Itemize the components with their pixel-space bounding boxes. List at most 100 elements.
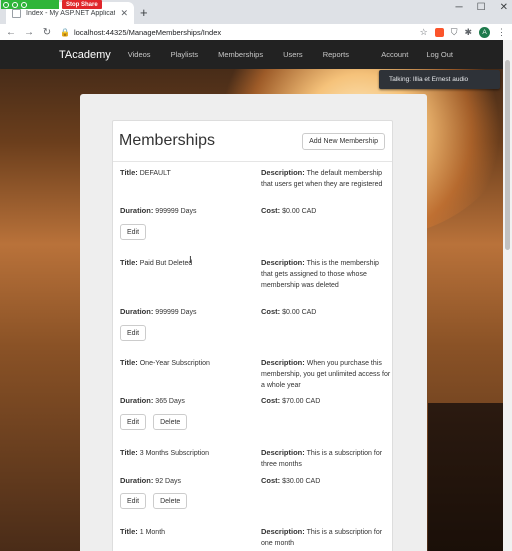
nav-playlists[interactable]: Playlists [171,50,199,59]
title-label: Title: [120,168,138,177]
settings-icon[interactable] [21,1,27,8]
address-bar[interactable]: 🔒 localhost:44325/ManageMemberships/Inde… [60,25,412,39]
nav-users[interactable]: Users [283,50,303,59]
edit-button[interactable]: Edit [120,325,147,341]
record-icon [3,1,9,8]
title-label: Title: [120,258,138,267]
membership-duration: Duration: 999999 Days [120,306,254,318]
cost-value: $70.00 CAD [282,398,321,405]
duration-label: Duration: [120,396,154,405]
puzzle-icon[interactable]: ✱ [464,27,472,38]
shield-icon[interactable]: ⛉ [451,27,458,38]
talking-notification: Talking: Illia et Ernest audio [379,70,500,89]
membership-description: Description: This is a subscription for … [261,447,391,470]
share-indicator [1,0,59,9]
lock-icon[interactable]: 🔒 [60,28,70,37]
cost-label: Cost: [261,307,281,316]
title-label: Title: [120,448,138,457]
new-tab-icon[interactable]: + [140,5,148,20]
star-icon[interactable]: ☆ [420,27,428,38]
cost-label: Cost: [261,476,281,485]
pause-icon[interactable] [12,1,18,8]
site-brand[interactable]: TAcademy [59,49,111,61]
title-value: One-Year Subscription [139,360,210,367]
add-membership-button[interactable]: Add New Membership [302,132,385,150]
duration-label: Duration: [120,307,154,316]
scrollbar-thumb[interactable] [505,60,510,250]
panel-heading: Memberships Add New Membership [113,121,392,162]
stop-share-button[interactable]: Stop Share [62,0,102,9]
site-navbar: TAcademy Videos Playlists Memberships Us… [0,40,503,69]
tab-title: Index - My ASP.NET Application [26,9,116,17]
title-value: Paid But Deleted [139,260,193,267]
reload-icon[interactable]: ↻ [42,27,52,38]
edit-button[interactable]: Edit [120,414,147,430]
description-label: Description: [261,527,305,536]
close-icon[interactable]: ✕ [120,8,128,19]
cost-label: Cost: [261,396,281,405]
edit-button[interactable]: Edit [120,493,147,509]
nav-account[interactable]: Account [381,50,408,59]
page-title: Memberships [119,132,216,149]
browser-toolbar: ← → ↻ 🔒 localhost:44325/ManageMembership… [0,24,512,40]
duration-value: 365 Days [155,398,185,405]
membership-description: Description: When you purchase this memb… [261,357,391,391]
cost-value: $30.00 CAD [282,478,321,485]
nav-videos[interactable]: Videos [128,50,151,59]
nav-right: Account Log Out [381,40,453,69]
membership-title: Title: 1 Month [120,526,254,538]
menu-icon[interactable]: ⋮ [497,27,506,38]
page-icon [12,8,21,18]
description-label: Description: [261,258,305,267]
membership-title: Title: Paid But Deleted [120,257,254,269]
description-label: Description: [261,358,305,367]
cost-label: Cost: [261,206,281,215]
cost-value: $0.00 CAD [282,309,317,316]
nav-reports[interactable]: Reports [323,50,349,59]
maximize-icon[interactable]: ☐ [477,2,486,13]
membership-title: Title: 3 Months Subscription [120,447,254,459]
delete-button[interactable]: Delete [153,414,188,430]
membership-title: Title: One-Year Subscription [120,357,254,369]
brave-extension-icon[interactable] [434,27,444,37]
duration-label: Duration: [120,476,154,485]
memberships-panel: Memberships Add New Membership Title: DE… [112,120,393,551]
duration-value: 999999 Days [155,309,197,316]
url-text[interactable]: localhost:44325/ManageMemberships/Index [74,28,221,37]
membership-duration: Duration: 999999 Days [120,205,254,217]
membership-cost: Cost: $0.00 CAD [261,306,391,318]
edit-button[interactable]: Edit [120,224,147,240]
screen-share-bar: Stop Share [0,0,102,9]
title-label: Title: [120,527,138,536]
page-scrollbar[interactable] [503,40,512,551]
duration-label: Duration: [120,206,154,215]
title-value: 1 Month [139,529,166,536]
description-label: Description: [261,448,305,457]
minimize-icon[interactable]: ─ [456,2,463,13]
membership-description: Description: This is a subscription for … [261,526,391,549]
title-label: Title: [120,358,138,367]
close-window-icon[interactable]: ✕ [500,2,508,13]
membership-cost: Cost: $0.00 CAD [261,205,391,217]
membership-cost: Cost: $30.00 CAD [261,475,391,487]
membership-title: Title: DEFAULT [120,167,254,179]
nav-memberships[interactable]: Memberships [218,50,263,59]
membership-description: Description: This is the membership that… [261,257,391,291]
toolbar-icons: ☆ ⛉ ✱ A ⋮ [420,26,506,38]
forward-icon[interactable]: → [24,27,34,38]
back-icon[interactable]: ← [6,27,16,38]
delete-button[interactable]: Delete [153,493,188,509]
membership-description: Description: The default membership that… [261,167,391,190]
background-cup [428,403,503,551]
cost-value: $0.00 CAD [282,208,317,215]
browser-titlebar: Index - My ASP.NET Application ✕ Stop Sh… [0,0,512,24]
window-controls: ─ ☐ ✕ [456,2,508,13]
membership-cost: Cost: $70.00 CAD [261,395,391,407]
membership-duration: Duration: 92 Days [120,475,254,487]
nav-logout[interactable]: Log Out [426,50,453,59]
description-label: Description: [261,168,305,177]
membership-duration: Duration: 365 Days [120,395,254,407]
web-page: TAcademy Videos Playlists Memberships Us… [0,40,503,551]
profile-avatar[interactable]: A [479,26,490,38]
text-cursor-icon: I [189,255,192,266]
